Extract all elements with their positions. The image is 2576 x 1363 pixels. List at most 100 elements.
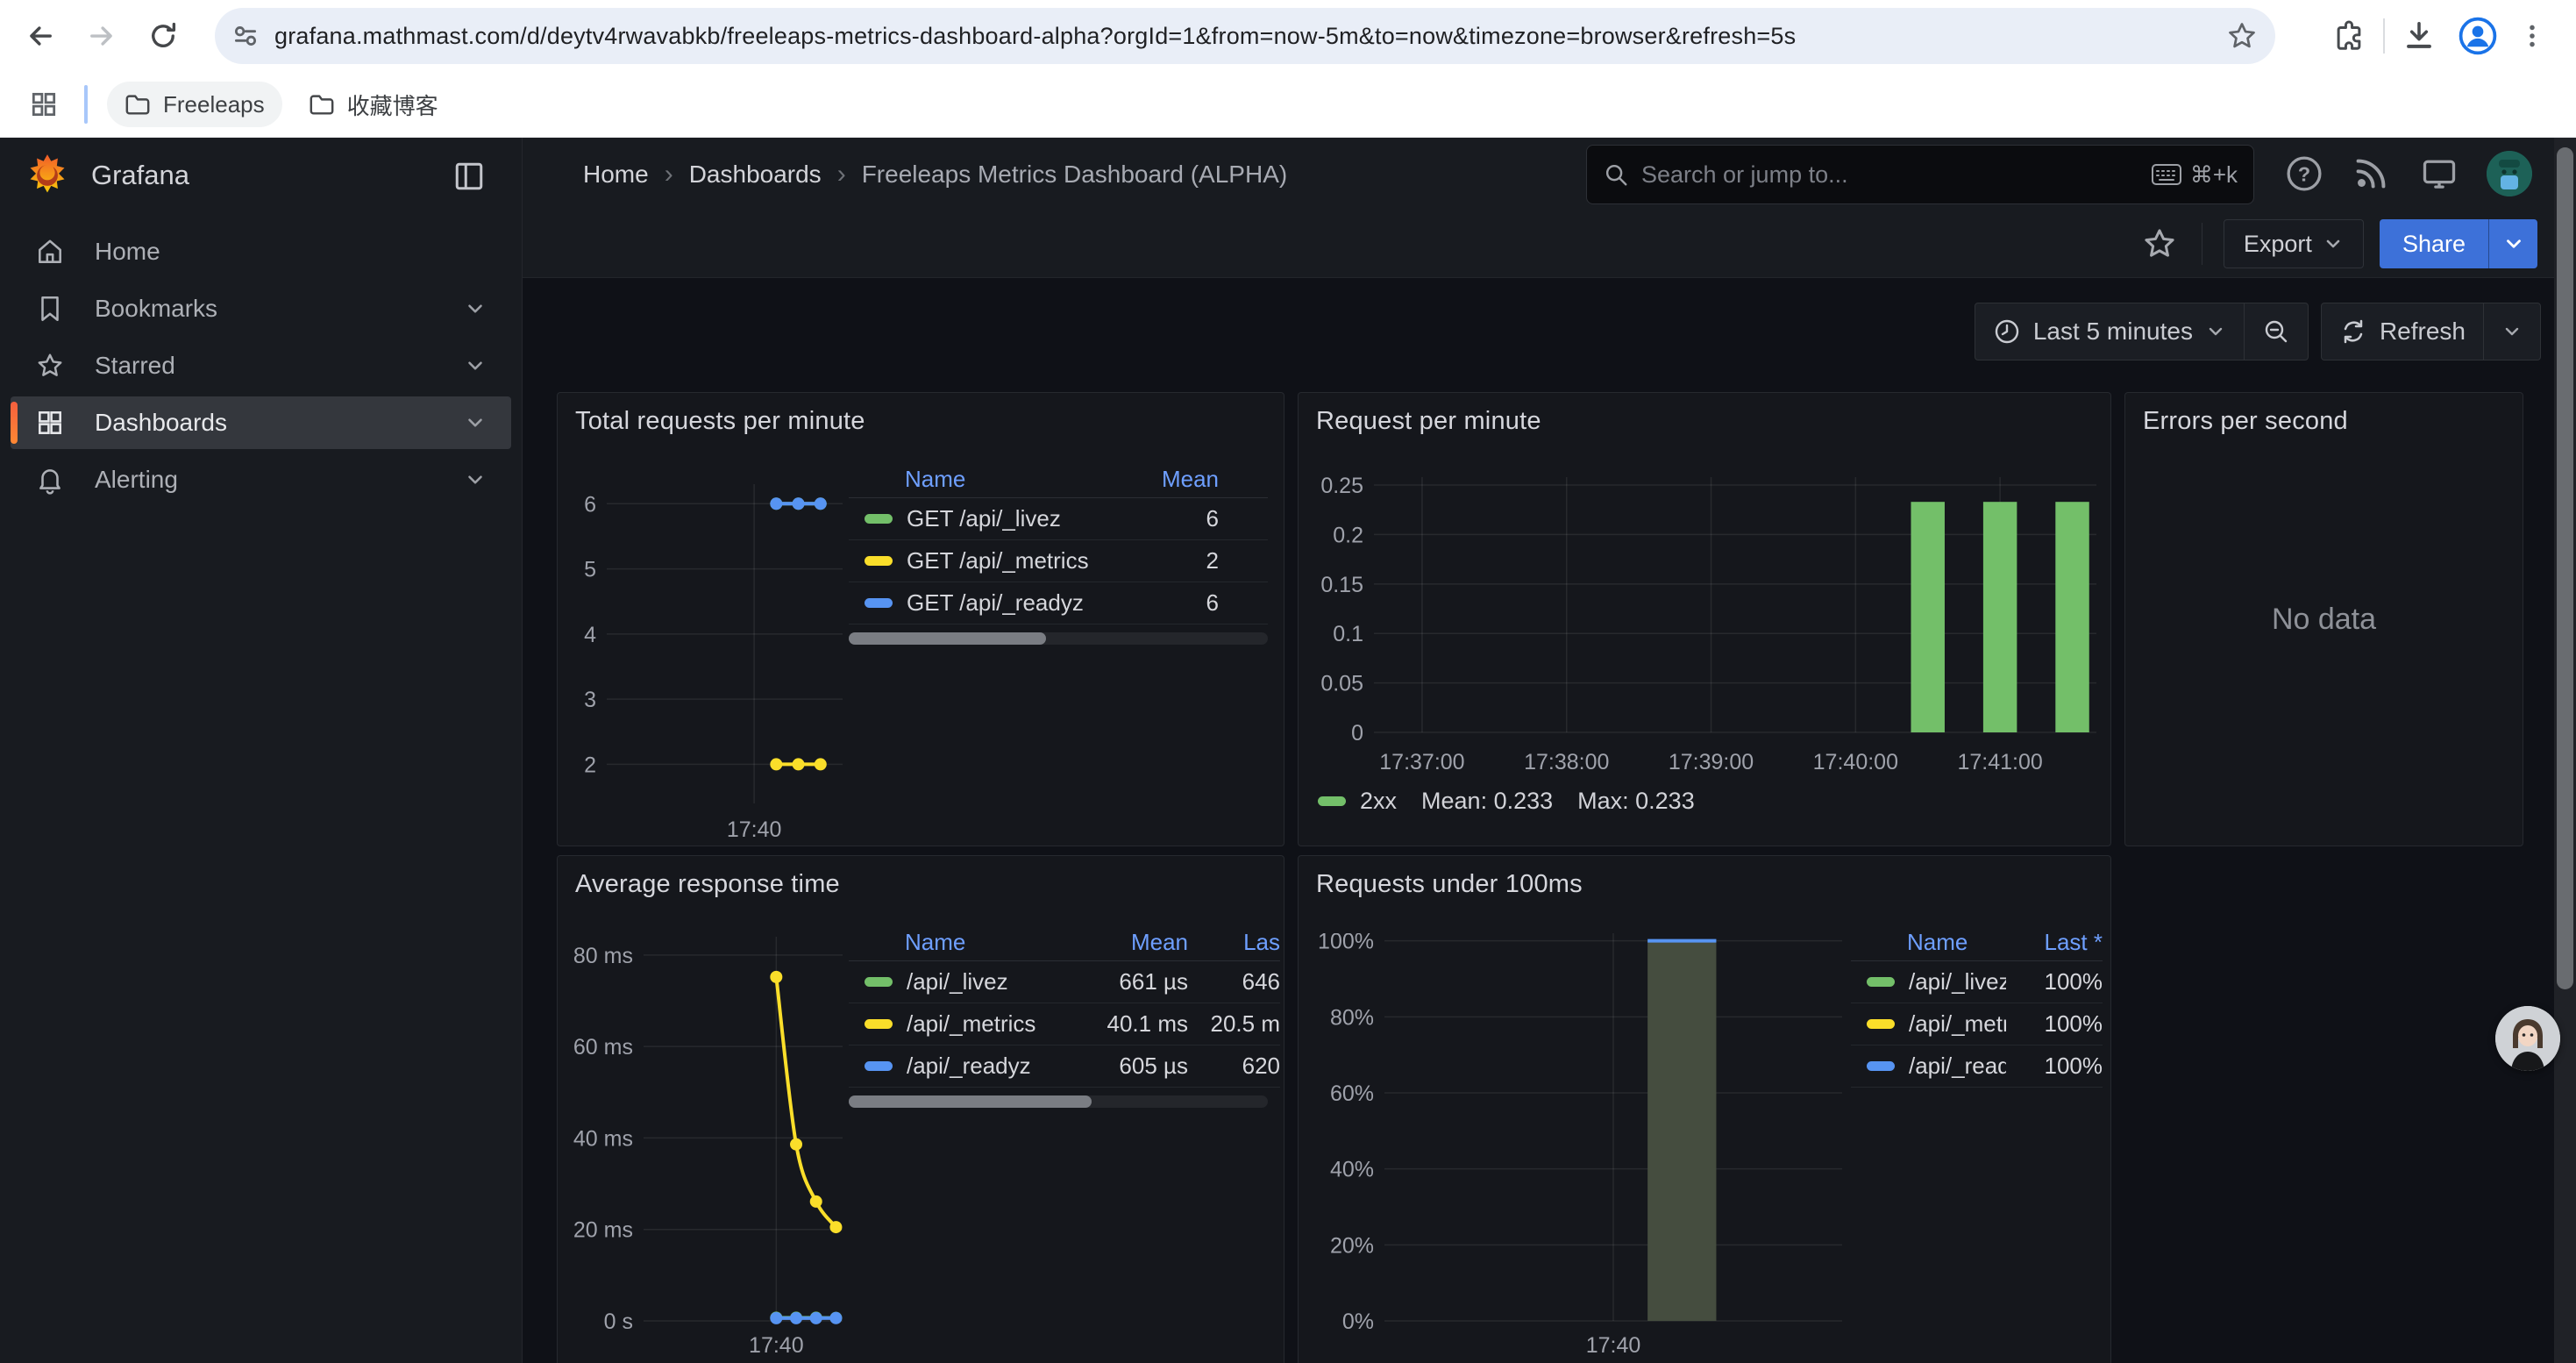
browser-forward-button[interactable] [77, 11, 126, 61]
sidebar-nav: HomeBookmarksStarredDashboardsAlerting [0, 213, 522, 506]
browser-reload-button[interactable] [139, 11, 188, 61]
legend-row[interactable]: GET /api/_metrics2 [849, 540, 1268, 582]
assistant-avatar-icon [2495, 1006, 2560, 1071]
legend-row[interactable]: /api/_readyz605 µs620 [849, 1045, 1280, 1088]
search-icon [1603, 161, 1629, 188]
collapse-panel-icon [452, 159, 487, 194]
time-controls: Last 5 minutes Refresh [1975, 303, 2541, 360]
legend-column-header[interactable]: Mean [1135, 466, 1219, 493]
legend-scrollbar-thumb[interactable] [849, 1095, 1092, 1108]
panel-title[interactable]: Request per minute [1299, 393, 2110, 436]
browser-menu-button[interactable] [2513, 14, 2551, 58]
bookmarks-divider [84, 85, 88, 124]
grafana-logo[interactable] [25, 153, 70, 198]
legend-row[interactable]: GET /api/_livez6 [849, 498, 1268, 540]
legend-value: 605 µs [1074, 1053, 1188, 1080]
legend-scrollbar[interactable] [849, 1095, 1268, 1108]
svg-text:0.1: 0.1 [1333, 622, 1363, 646]
downloads-button[interactable] [2397, 14, 2441, 58]
browser-back-button[interactable] [16, 11, 65, 61]
sidebar: Grafana HomeBookmarksStarredDashboardsAl… [0, 138, 523, 1363]
legend-series-name: 2xx [1360, 788, 1397, 815]
profile-icon [2458, 16, 2498, 56]
sidebar-item-dashboards[interactable]: Dashboards [11, 396, 511, 449]
requests-under-100ms-chart[interactable]: 100%80%60%40%20%0%17:40 [1306, 933, 1858, 1356]
series-color-pill [865, 1061, 893, 1071]
favorite-dashboard-button[interactable] [2138, 223, 2181, 265]
svg-text:17:41:00: 17:41:00 [1957, 750, 2042, 774]
panel-title[interactable]: Requests under 100ms [1299, 856, 2110, 899]
legend-column-header[interactable]: Name [849, 466, 1135, 493]
bookmark-item[interactable]: Freeleaps [107, 82, 282, 127]
bookmark-item[interactable]: 收藏博客 [291, 82, 456, 127]
legend-column-header[interactable]: Name [1851, 929, 2006, 956]
site-settings-icon[interactable] [231, 21, 260, 51]
page-scrollbar[interactable] [2554, 138, 2576, 1363]
news-button[interactable] [2351, 153, 2391, 194]
extensions-button[interactable] [2327, 14, 2371, 58]
svg-text:0: 0 [1351, 721, 1363, 746]
browser-profile-button[interactable] [2453, 11, 2502, 61]
bookmark-star-icon[interactable] [2226, 20, 2258, 52]
legend-scrollbar-thumb[interactable] [849, 632, 1046, 645]
panel-title[interactable]: Total requests per minute [558, 393, 1284, 436]
zoom-out-time-button[interactable] [2244, 303, 2308, 360]
user-avatar[interactable] [2487, 151, 2532, 196]
breadcrumb-dashboards[interactable]: Dashboards [689, 161, 822, 189]
apps-grid-button[interactable] [19, 80, 68, 129]
legend-column-header[interactable]: Last * [2006, 929, 2103, 956]
svg-text:20%: 20% [1330, 1233, 1374, 1258]
svg-text:40%: 40% [1330, 1158, 1374, 1182]
series-color-pill [1318, 796, 1346, 806]
legend-column-header[interactable]: Name [849, 929, 1074, 956]
svg-text:80 ms: 80 ms [573, 944, 633, 968]
legend-column-header[interactable]: Mean [1074, 929, 1188, 956]
request-per-minute-chart[interactable]: 0.250.20.150.10.05017:37:0017:38:0017:39… [1306, 470, 2105, 807]
legend-scrollbar[interactable] [849, 632, 1268, 645]
sidebar-item-alerting[interactable]: Alerting [11, 453, 511, 506]
legend-item[interactable]: 2xx [1318, 788, 1397, 815]
dashboards-grid-icon [35, 408, 65, 438]
search-box[interactable]: ⌘+k [1586, 145, 2254, 204]
average-response-time-chart[interactable]: 80 ms60 ms40 ms20 ms0 s17:40 [565, 933, 854, 1356]
time-range-picker[interactable]: Last 5 minutes [1975, 303, 2244, 360]
search-shortcut: ⌘+k [2152, 161, 2238, 189]
display-button[interactable] [2419, 153, 2459, 194]
legend-column-header[interactable]: Las [1188, 929, 1280, 956]
series-color-pill [1867, 1019, 1895, 1029]
help-button[interactable]: ? [2284, 153, 2324, 194]
svg-text:17:40:00: 17:40:00 [1813, 750, 1898, 774]
legend-row[interactable]: GET /api/_readyz6 [849, 582, 1268, 624]
legend-row[interactable]: /api/_livez100% [1851, 961, 2103, 1003]
breadcrumb-home[interactable]: Home [583, 161, 649, 189]
legend-row[interactable]: /api/_readyz100% [1851, 1045, 2103, 1088]
url-bar[interactable]: grafana.mathmast.com/d/deytv4rwavabkb/fr… [215, 8, 2275, 64]
svg-text:0.15: 0.15 [1320, 573, 1363, 597]
total-requests-per-minute-chart[interactable]: 6543217:40 [565, 472, 854, 840]
total-requests-per-minute-legend: NameMean GET /api/_livez6GET /api/_metric… [849, 461, 1268, 645]
share-menu-button[interactable] [2488, 219, 2537, 268]
scrollbar-thumb[interactable] [2557, 147, 2573, 989]
panel-title[interactable]: Average response time [558, 856, 1284, 899]
sidebar-item-starred[interactable]: Starred [11, 339, 511, 392]
svg-text:6: 6 [584, 492, 596, 517]
sidebar-item-home[interactable]: Home [11, 225, 511, 278]
folder-icon [125, 92, 151, 117]
legend-header-row: NameMeanLas [849, 924, 1280, 961]
floating-assistant-avatar[interactable] [2495, 1006, 2560, 1071]
search-input[interactable] [1641, 161, 2152, 189]
legend-row[interactable]: /api/_livez661 µs646 [849, 961, 1280, 1003]
sidebar-collapse-button[interactable] [452, 159, 487, 196]
url-text[interactable]: grafana.mathmast.com/d/deytv4rwavabkb/fr… [274, 23, 2226, 50]
legend-row[interactable]: /api/_metrics40.1 ms20.5 m [849, 1003, 1280, 1045]
legend-row[interactable]: /api/_metrics100% [1851, 1003, 2103, 1045]
svg-text:4: 4 [584, 623, 596, 647]
clock-icon [1993, 318, 2021, 346]
chevron-down-icon [2501, 321, 2523, 342]
svg-text:0.05: 0.05 [1320, 672, 1363, 696]
refresh-button[interactable]: Refresh [2322, 303, 2483, 360]
refresh-interval-button[interactable] [2483, 303, 2540, 360]
sidebar-item-bookmarks[interactable]: Bookmarks [11, 282, 511, 335]
share-button[interactable]: Share [2380, 219, 2488, 268]
export-button[interactable]: Export [2224, 219, 2364, 268]
